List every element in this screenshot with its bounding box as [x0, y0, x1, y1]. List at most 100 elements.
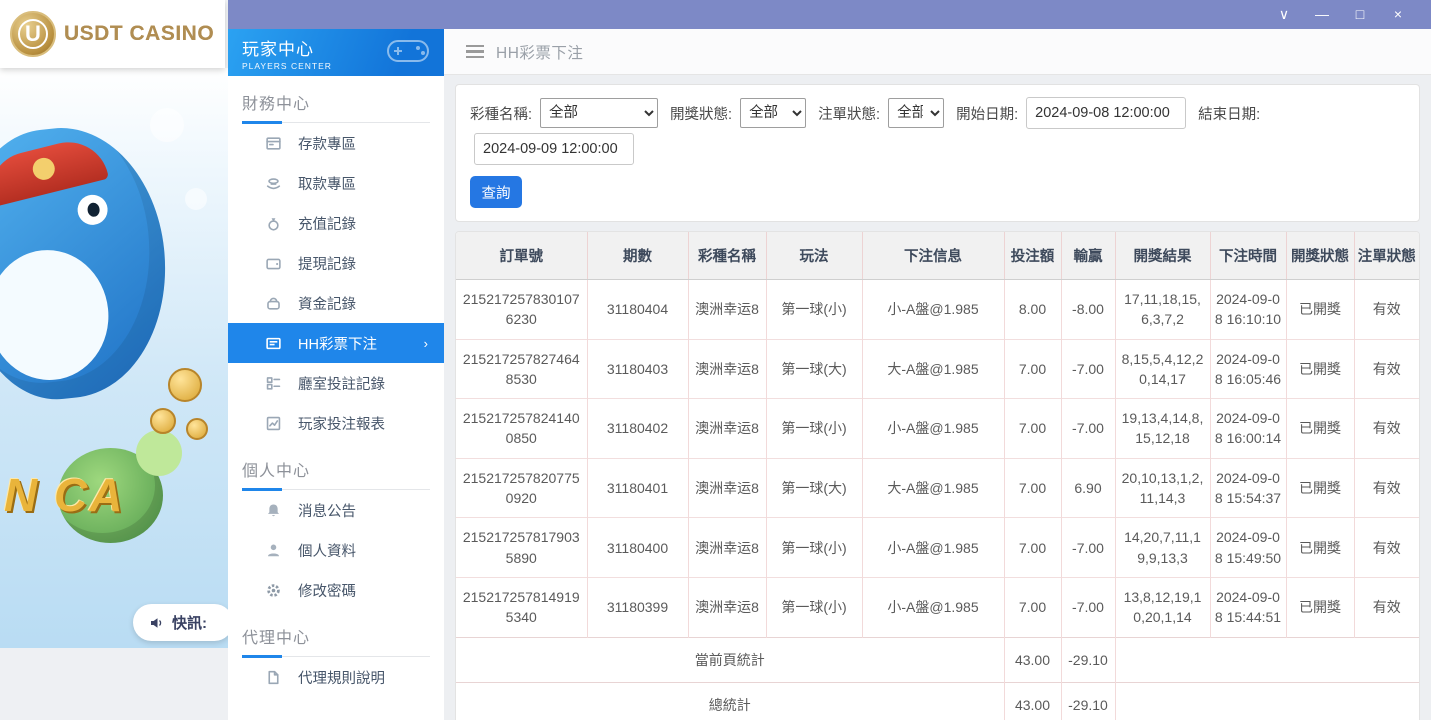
table-cell: 2152172578241400850	[456, 399, 587, 459]
sidebar-header: 玩家中心 PLAYERS CENTER	[228, 29, 444, 76]
close-icon[interactable]: ×	[1379, 0, 1417, 29]
sidebar-menu: 財務中心存款專區取款專區充值記錄提現記錄資金記錄 HH彩票下注›廳室投註記錄玩家投…	[228, 76, 444, 697]
table-row: 215217257814919534031180399澳洲幸运8第一球(小)小-…	[456, 577, 1419, 637]
bubble-decor	[185, 188, 207, 210]
window-titlebar: ∨ — □ ×	[228, 0, 1431, 29]
table-cell: 6.90	[1061, 458, 1115, 518]
ticker-button[interactable]: 快訊:	[133, 604, 228, 641]
sidebar-item-withdrawal-record[interactable]: 提現記錄	[228, 243, 444, 283]
table-cell: 2152172578301076230	[456, 280, 587, 340]
turtle-head	[136, 430, 182, 476]
table-cell: 2152172578207750920	[456, 458, 587, 518]
table-cell: -7.00	[1061, 399, 1115, 459]
brand-monogram: U	[18, 19, 48, 49]
sidebar-item-room-bet-record[interactable]: 廳室投註記錄	[228, 363, 444, 403]
sidebar-item-document[interactable]: 代理規則說明	[228, 657, 444, 697]
filter-label-draw-status: 開獎狀態:	[670, 103, 732, 124]
bets-table-card: 訂單號期數彩種名稱玩法下注信息投注額輸贏開獎結果下注時間開獎狀態注單狀態 215…	[455, 231, 1420, 720]
table-cell: 小-A盤@1.985	[862, 399, 1004, 459]
hamburger-icon[interactable]	[466, 45, 484, 58]
hat-badge	[30, 156, 57, 183]
summary-label: 總統計	[456, 682, 1004, 720]
sidebar-item-label: 充值記錄	[298, 213, 356, 234]
table-cell: -7.00	[1061, 577, 1115, 637]
sidebar-item-funds-record[interactable]: 資金記錄	[228, 283, 444, 323]
table-cell: 有效	[1354, 399, 1419, 459]
draw-status-select[interactable]: 全部	[740, 98, 806, 128]
table-cell: 8.00	[1004, 280, 1061, 340]
table-cell: 已開獎	[1286, 518, 1354, 578]
filter-label-lottery: 彩種名稱:	[470, 103, 532, 124]
table-cell: 小-A盤@1.985	[862, 518, 1004, 578]
maximize-icon[interactable]: □	[1341, 0, 1379, 29]
bets-table: 訂單號期數彩種名稱玩法下注信息投注額輸贏開獎結果下注時間開獎狀態注單狀態 215…	[456, 232, 1419, 720]
left-footer-area	[0, 648, 228, 720]
table-cell: 有效	[1354, 458, 1419, 518]
page-title: HH彩票下注	[496, 41, 583, 63]
table-cell: 19,13,4,14,8,15,12,18	[1115, 399, 1210, 459]
table-cell: 14,20,7,11,19,9,13,3	[1115, 518, 1210, 578]
table-cell: 有效	[1354, 339, 1419, 399]
summary-row: 當前頁統計43.00-29.10	[456, 637, 1419, 682]
table-cell: 第一球(大)	[766, 458, 862, 518]
chevron-down-icon[interactable]: ∨	[1265, 0, 1303, 29]
lottery-select[interactable]: 全部	[540, 98, 658, 128]
sidebar-item-withdraw[interactable]: 取款專區	[228, 163, 444, 203]
table-cell: 第一球(大)	[766, 339, 862, 399]
column-header: 彩種名稱	[688, 232, 766, 280]
sidebar-item-person[interactable]: 個人資料	[228, 530, 444, 570]
filter-label-start-date: 開始日期:	[956, 103, 1018, 124]
column-header: 投注額	[1004, 232, 1061, 280]
table-cell: 31180402	[587, 399, 688, 459]
column-header: 開獎狀態	[1286, 232, 1354, 280]
sidebar-item-recharge-record[interactable]: 充值記錄	[228, 203, 444, 243]
person-icon	[264, 541, 282, 559]
filter-label-end-date: 結束日期:	[1198, 103, 1260, 124]
table-cell: 大-A盤@1.985	[862, 458, 1004, 518]
bubble-decor	[150, 108, 184, 142]
sidebar-item-lottery-bet[interactable]: HH彩票下注›	[228, 323, 444, 363]
minimize-icon[interactable]: —	[1303, 0, 1341, 29]
table-cell: 已開獎	[1286, 458, 1354, 518]
bet-status-select[interactable]: 全部	[888, 98, 944, 128]
sidebar: 玩家中心 PLAYERS CENTER 財務中心存款專區取款專區充值記錄提現記錄…	[228, 29, 444, 720]
sidebar-item-gear[interactable]: 修改密碼	[228, 570, 444, 610]
table-header-row: 訂單號期數彩種名稱玩法下注信息投注額輸贏開獎結果下注時間開獎狀態注單狀態	[456, 232, 1419, 280]
sidebar-item-player-report[interactable]: 玩家投注報表	[228, 403, 444, 443]
table-cell: 31180399	[587, 577, 688, 637]
table-cell: 7.00	[1004, 458, 1061, 518]
table-row: 215217257824140085031180402澳洲幸运8第一球(小)小-…	[456, 399, 1419, 459]
withdraw-icon	[264, 174, 282, 192]
table-cell: 7.00	[1004, 577, 1061, 637]
sidebar-item-label: HH彩票下注	[298, 333, 377, 354]
gamepad-icon	[382, 35, 434, 69]
table-cell: 第一球(小)	[766, 577, 862, 637]
withdrawal-record-icon	[264, 254, 282, 272]
sidebar-item-bell[interactable]: 消息公告	[228, 490, 444, 530]
table-cell: 有效	[1354, 518, 1419, 578]
sidebar-item-deposit[interactable]: 存款專區	[228, 123, 444, 163]
summary-bet-total: 43.00	[1004, 637, 1061, 682]
table-row: 215217257830107623031180404澳洲幸运8第一球(小)小-…	[456, 280, 1419, 340]
table-cell: 8,15,5,4,12,20,14,17	[1115, 339, 1210, 399]
query-button[interactable]: 查詢	[470, 176, 522, 208]
table-cell: 7.00	[1004, 399, 1061, 459]
gold-coin	[186, 418, 208, 440]
sidebar-item-label: 修改密碼	[298, 580, 356, 601]
gear-icon	[264, 581, 282, 599]
table-cell: 2024-09-08 15:49:50	[1210, 518, 1286, 578]
table-cell: 第一球(小)	[766, 518, 862, 578]
section-label: 財務中心	[242, 90, 430, 122]
summary-empty-cell	[1115, 637, 1419, 682]
sidebar-item-label: 代理規則說明	[298, 667, 385, 688]
end-date-input[interactable]	[474, 133, 634, 165]
brand-name: USDT CASINO	[64, 22, 214, 46]
table-cell: -8.00	[1061, 280, 1115, 340]
summary-bet-total: 43.00	[1004, 682, 1061, 720]
table-row: 215217257817903589031180400澳洲幸运8第一球(小)小-…	[456, 518, 1419, 578]
start-date-input[interactable]	[1026, 97, 1186, 129]
main-header: HH彩票下注	[444, 29, 1431, 75]
mascot-illustration: N CA	[0, 68, 228, 648]
sidebar-item-label: 資金記錄	[298, 293, 356, 314]
sidebar-item-label: 取款專區	[298, 173, 356, 194]
